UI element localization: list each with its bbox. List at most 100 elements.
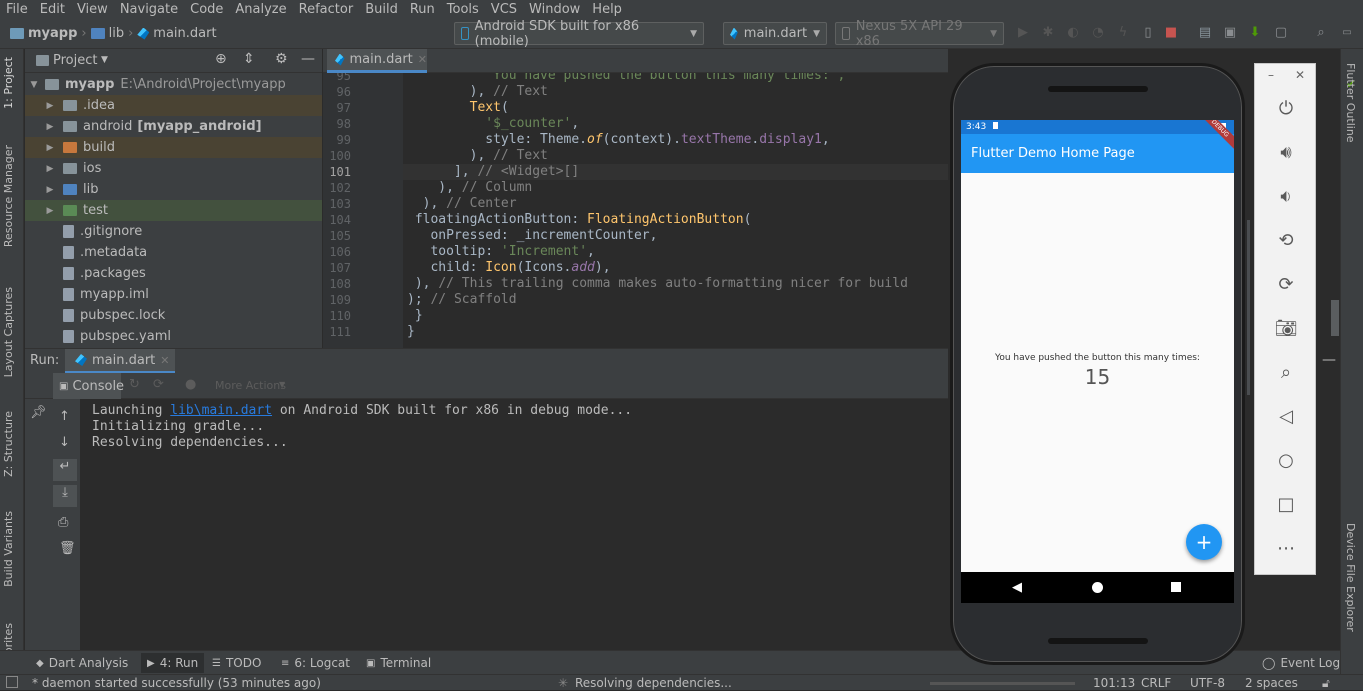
menu-build[interactable]: Build	[359, 0, 404, 19]
zoom-icon[interactable]: ⌕	[1274, 361, 1298, 385]
back-icon[interactable]: ◁	[1274, 405, 1298, 429]
indent-setting[interactable]: 2 spaces	[1245, 676, 1298, 690]
tree-item[interactable]: .packages	[25, 263, 322, 284]
menu-analyze[interactable]: Analyze	[229, 0, 292, 19]
event-log-tab[interactable]: ◯ Event Log	[1262, 656, 1340, 670]
tool-tab-4-run[interactable]: ▶ 4: Run	[141, 653, 205, 673]
menu-code[interactable]: Code	[184, 0, 229, 19]
code-line[interactable]: }	[407, 308, 423, 323]
overview-icon[interactable]: □	[1274, 493, 1298, 517]
minimize-icon[interactable]: –	[1268, 68, 1274, 82]
tool-tab-structure[interactable]: Z: Structure	[2, 411, 15, 477]
tool-tab-dart-analysis[interactable]: ◆ Dart Analysis	[36, 656, 128, 670]
breadcrumb-project[interactable]: myapp	[28, 26, 77, 41]
menu-refactor[interactable]: Refactor	[293, 0, 360, 19]
editor-scroll-thumb[interactable]	[1331, 300, 1339, 336]
power-icon[interactable]: ⏻	[1274, 97, 1298, 121]
tool-tab-build-variants[interactable]: Build Variants	[2, 511, 15, 587]
tool-tab-todo[interactable]: ☰ TODO	[212, 656, 261, 670]
stop-icon[interactable]: ■	[1164, 26, 1178, 40]
menu-vcs[interactable]: VCS	[485, 0, 523, 19]
menu-navigate[interactable]: Navigate	[114, 0, 184, 19]
lock-icon[interactable]: 🔓︎	[1322, 676, 1330, 691]
print-icon[interactable]: ⎙	[58, 515, 68, 530]
menu-run[interactable]: Run	[404, 0, 441, 19]
tool-windows-icon[interactable]	[6, 676, 18, 688]
increment-fab[interactable]: +	[1186, 524, 1222, 560]
breadcrumb-folder[interactable]: lib	[109, 26, 124, 41]
soft-wrap-icon[interactable]: ↵	[53, 459, 77, 481]
tool-tab-layout-captures[interactable]: Layout Captures	[2, 287, 15, 377]
pin-icon[interactable]: 📌︎	[30, 405, 47, 420]
chevron-down-icon[interactable]: ▼	[279, 380, 285, 389]
tree-item[interactable]: ▶ ios	[25, 158, 322, 179]
avd-manager-icon[interactable]: ▣	[1223, 26, 1237, 40]
tree-root[interactable]: ▼ myapp E:\Android\Project\myapp	[25, 74, 322, 95]
record-icon[interactable]: ●	[185, 377, 196, 392]
back-icon[interactable]: ◀	[1012, 580, 1022, 595]
rerun-icon[interactable]: ⟳	[153, 377, 164, 392]
status-progress-text[interactable]: Resolving dependencies...	[575, 676, 732, 690]
code-line[interactable]: ), // This trailing comma makes auto-for…	[407, 276, 908, 291]
tool-tab-6-logcat[interactable]: ≡ 6: Logcat	[281, 656, 350, 670]
tool-tab-project[interactable]: 1: Project	[2, 57, 15, 109]
home-icon[interactable]: ○	[1274, 449, 1298, 473]
volume-up-icon[interactable]: 🔊︎	[1274, 141, 1298, 165]
menu-view[interactable]: View	[71, 0, 114, 19]
tree-item[interactable]: myapp.iml	[25, 284, 322, 305]
device-target-select[interactable]: Android SDK built for x86 (mobile) ▼	[454, 19, 704, 49]
volume-down-icon[interactable]: 🔉︎	[1274, 185, 1298, 209]
tree-item[interactable]: .metadata	[25, 242, 322, 263]
chevron-right-icon[interactable]: ▶	[45, 164, 55, 174]
close-icon[interactable]: ✕	[418, 53, 427, 66]
tree-item[interactable]: ▶ .idea	[25, 95, 322, 116]
code-line[interactable]: floatingActionButton: FloatingActionButt…	[407, 212, 752, 227]
code-line[interactable]: onPressed: _incrementCounter,	[407, 228, 657, 243]
tree-item[interactable]: ▶ android [myapp_android]	[25, 116, 322, 137]
console-tab[interactable]: ▣ Console	[53, 373, 124, 399]
editor-scrollbar[interactable]	[1247, 220, 1250, 395]
tree-item[interactable]: ▶ build	[25, 137, 322, 158]
flutter-inspector-icon[interactable]: ▯	[1141, 26, 1155, 40]
locate-file-icon[interactable]: ⊕	[215, 51, 227, 67]
close-icon[interactable]: ✕	[160, 354, 169, 367]
code-line[interactable]: '$_counter',	[407, 116, 579, 131]
profile-icon[interactable]: ◔	[1091, 26, 1105, 40]
hide-panel-icon[interactable]: —	[301, 51, 315, 67]
editor-tab-main-dart[interactable]: main.dart ✕	[327, 49, 427, 73]
recents-icon[interactable]	[1171, 582, 1181, 592]
chevron-right-icon[interactable]: ▶	[45, 101, 55, 111]
menu-window[interactable]: Window	[523, 0, 586, 19]
tree-item[interactable]: ▶ lib	[25, 179, 322, 200]
hot-reload-icon[interactable]: ϟ	[1116, 26, 1130, 40]
code-line[interactable]: style: Theme.of(context).textTheme.displ…	[407, 132, 829, 147]
avd-select[interactable]: Nexus 5X API 29 x86 ▼	[835, 19, 1004, 49]
console-output[interactable]: Launching lib\main.dart on Android SDK b…	[80, 399, 948, 650]
console-file-link[interactable]: lib\main.dart	[170, 403, 272, 418]
more-icon[interactable]: ⋯	[1274, 537, 1298, 561]
chevron-right-icon[interactable]: ▶	[45, 185, 55, 195]
code-line[interactable]: ); // Scaffold	[407, 292, 517, 307]
tool-tab-resource-manager[interactable]: Resource Manager	[2, 145, 15, 247]
chevron-right-icon[interactable]: ▶	[45, 143, 55, 153]
code-editor[interactable]: 95 96 97 98 99 100 101 102 103 104 105 106 107 108 109…	[323, 73, 948, 348]
code-line[interactable]: ), // Column	[407, 180, 532, 195]
collapse-all-icon[interactable]: ⇕	[243, 51, 255, 67]
project-view-select[interactable]: Project	[53, 53, 97, 68]
arrow-up-icon[interactable]: ↑	[59, 409, 70, 424]
code-line[interactable]: 'You have pushed the button this many ti…	[407, 73, 845, 83]
menu-file[interactable]: File	[0, 0, 34, 19]
chevron-right-icon[interactable]: ▶	[45, 122, 55, 132]
camera-icon[interactable]: 📷︎	[1274, 317, 1298, 341]
code-line[interactable]: Text(	[407, 100, 509, 115]
line-separator[interactable]: CRLF	[1141, 676, 1171, 690]
code-line[interactable]: tooltip: 'Increment',	[407, 244, 594, 259]
coverage-icon[interactable]: ◐	[1066, 26, 1080, 40]
home-icon[interactable]	[1092, 582, 1103, 593]
scroll-to-end-icon[interactable]: ⤓	[53, 485, 77, 507]
arrow-down-icon[interactable]: ↓	[59, 435, 70, 450]
code-line[interactable]: ), // Text	[407, 84, 548, 99]
chevron-down-icon[interactable]: ▼	[29, 80, 39, 90]
more-actions-button[interactable]: More Actions	[215, 379, 286, 392]
project-structure-icon[interactable]: ▤	[1198, 26, 1212, 40]
